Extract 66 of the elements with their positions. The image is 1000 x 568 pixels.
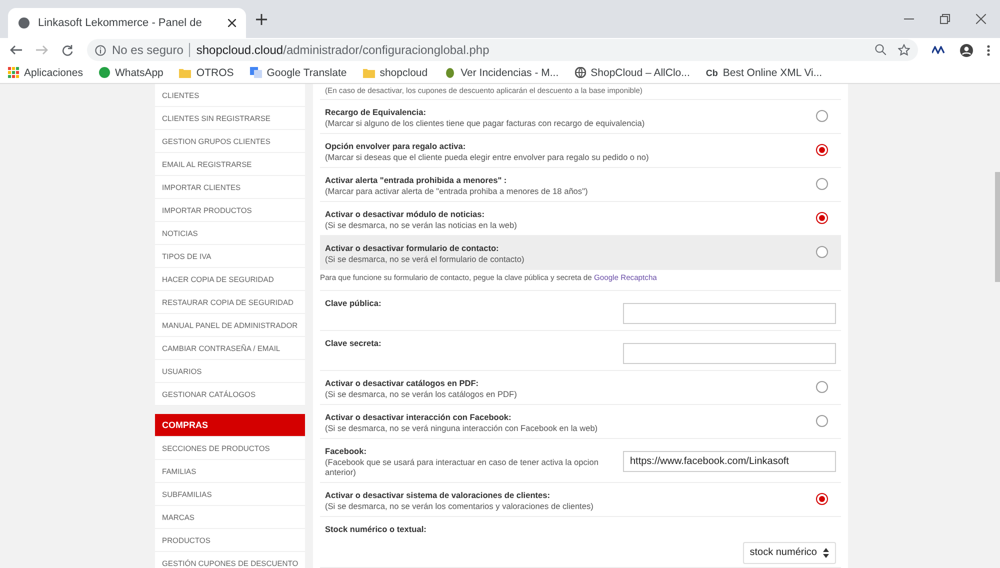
help-text: (Si se desmarca, no se verán los catálogos en PDF): [325, 389, 518, 400]
radio-button[interactable]: [816, 110, 828, 122]
radio-button[interactable]: [816, 178, 828, 190]
help-text: (Marcar si deseas que el cliente pueda elegir entre envolver para regalo su pedido o no): [325, 152, 650, 162]
setting-label: Activar o desactivar módulo de noticias:: [325, 209, 486, 220]
setting-label: Activar o desactivar sistema de valoraciones de clientes:: [325, 490, 552, 500]
bookmark[interactable]: Aplicaciones: [8, 66, 83, 78]
setting-label: Stock numérico o textual:: [325, 524, 428, 534]
translate-icon: [250, 67, 262, 78]
apps-grid-icon: [8, 67, 19, 78]
text-input[interactable]: https://www.facebook.com/Linkasoft: [623, 451, 836, 472]
help-text: (Marcar para activar alerta de "entrada prohiba a menores de 18 años"): [325, 186, 589, 196]
setting-label: Activar o desactivar catálogos en PDF:: [325, 378, 480, 388]
folder-icon: [362, 68, 375, 78]
help-text: (Facebook que se usará para interactuar en caso de tener activa la opcion anterior): [325, 457, 600, 478]
stock-select[interactable]: stock numérico: [742, 542, 836, 564]
setting-label: Activar alerta "entrada prohibida a menores" :: [325, 175, 508, 186]
radio-button[interactable]: [816, 246, 828, 258]
browser-tab[interactable]: Linkasoft Lekommerce - Panel de: [8, 8, 246, 38]
close-icon[interactable]: [976, 14, 986, 24]
info-icon: [95, 44, 106, 56]
radio-button[interactable]: [816, 381, 828, 394]
help-text: (Si se desmarca, no se verán los comentarios y valoraciones de clientes): [325, 500, 594, 511]
help-text: (Si se desmarca, no se verán las noticias en la web): [325, 220, 518, 230]
extension-icon[interactable]: [932, 46, 946, 54]
star-icon[interactable]: [898, 44, 910, 56]
setting-label: Facebook:: [325, 446, 368, 456]
tab-title: Linkasoft Lekommerce - Panel de: [38, 17, 203, 29]
help-text: (Si se desmarca, no se verá ninguna interacción con Facebook en la web): [325, 423, 599, 434]
bookmark[interactable]: WhatsApp: [98, 66, 164, 78]
zoom-icon[interactable]: [875, 44, 886, 55]
security-label: No es seguro: [112, 43, 184, 57]
menu-icon[interactable]: [987, 44, 990, 56]
restore-icon[interactable]: [940, 14, 950, 24]
bookmark[interactable]: Ver Incidencias - M...: [444, 66, 559, 78]
bookmark[interactable]: shopcloud: [362, 66, 428, 78]
setting-label: Opción envolver para regalo activa:: [325, 141, 467, 152]
text-input[interactable]: [623, 303, 836, 324]
bookmark[interactable]: OTROS: [179, 66, 234, 78]
radio-button[interactable]: [816, 492, 828, 505]
setting-label: Clave pública:: [325, 298, 382, 308]
radio-button[interactable]: [816, 144, 828, 156]
sidebar-section-header[interactable]: COMPRAS: [155, 414, 305, 437]
radio-button[interactable]: [816, 415, 828, 428]
bookmark[interactable]: ShopCloud – AllClo...: [574, 66, 690, 78]
close-icon[interactable]: [228, 19, 236, 27]
help-text: (Marcar si alguno de los clientes tiene que pagar facturas con recargo de equivalencia): [325, 118, 646, 128]
plus-icon[interactable]: [256, 14, 267, 24]
radio-button[interactable]: [816, 212, 828, 224]
address-bar[interactable]: No es seguro shopcloud.cloud/administrador/configuracionglobal.php: [87, 39, 918, 61]
setting-label: Clave secreta:: [325, 338, 382, 348]
text-input[interactable]: [623, 343, 836, 364]
updown-arrows-icon: [823, 548, 829, 558]
scrollbar-thumb[interactable]: [995, 172, 1000, 282]
bookmark[interactable]: Cb Best Online XML Vi...: [706, 66, 822, 78]
bookmark-label: Cb: [706, 68, 718, 78]
account-icon[interactable]: [960, 44, 973, 56]
help-text: (Si se desmarca, no se verá el formulario de contacto): [325, 254, 526, 264]
back-arrow-icon[interactable]: [10, 45, 22, 55]
url-text: shopcloud.cloud/administrador/configuracionglobal.php: [196, 43, 490, 57]
bookmark[interactable]: Google Translate: [250, 66, 347, 78]
setting-label: Activar o desactivar formulario de contacto:: [325, 243, 500, 254]
reload-icon[interactable]: [62, 44, 73, 56]
setting-label: Activar o desactivar interacción con Facebook:: [325, 412, 512, 422]
setting-label: Recargo de Equivalencia:: [325, 107, 427, 117]
folder-icon: [179, 68, 192, 78]
